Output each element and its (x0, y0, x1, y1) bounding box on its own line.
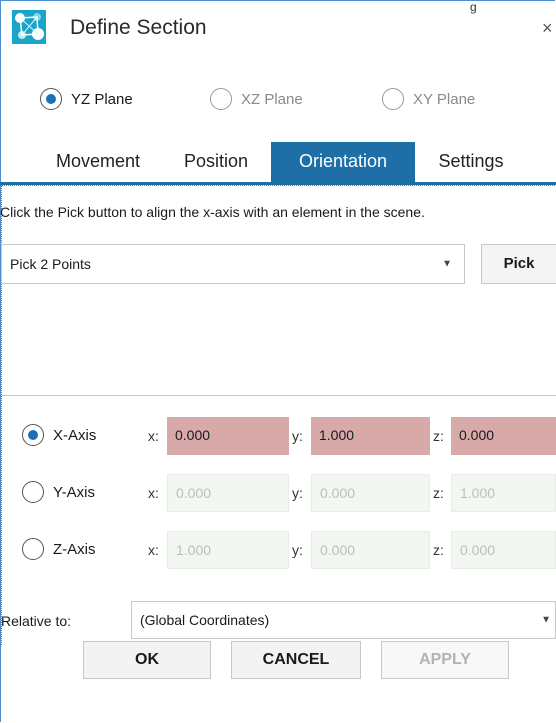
tab-movement[interactable]: Movement (33, 142, 163, 182)
pick-mode-value: Pick 2 Points (10, 256, 91, 272)
apply-button[interactable]: APPLY (381, 641, 509, 679)
tab-bar: Movement Position Orientation Settings (0, 142, 556, 182)
plane-selector: YZ Plane XZ Plane XY Plane (0, 86, 556, 114)
axis-row-z: Z-Axis x: 1.000 y: 0.000 z: 0.000 (0, 529, 556, 569)
x-axis-z-field[interactable]: 0.000 (451, 417, 556, 455)
tab-orientation[interactable]: Orientation (271, 142, 415, 182)
radio-label: XY Plane (413, 90, 476, 108)
axis-label: X-Axis (53, 426, 97, 444)
radio-label: YZ Plane (71, 90, 133, 108)
axis-row-x: X-Axis x: 0.000 y: 1.000 z: 0.000 (0, 415, 556, 455)
divider (1, 395, 556, 396)
relative-to-label: Relative to: (1, 613, 72, 629)
x-axis-x-field[interactable]: 0.000 (167, 417, 289, 455)
y-coord-label: y: (292, 542, 303, 558)
radio-selected-icon (22, 424, 44, 446)
x-coord-label: x: (148, 542, 159, 558)
title-bar: Define Section × (0, 0, 556, 62)
radio-selected-icon (40, 88, 62, 110)
app-logo-icon (12, 10, 46, 44)
axis-label: Z-Axis (53, 540, 96, 558)
radio-unselected-icon (22, 481, 44, 503)
radio-yz-plane[interactable]: YZ Plane (40, 88, 133, 110)
y-axis-z-field[interactable]: 1.000 (451, 474, 556, 512)
axis-label: Y-Axis (53, 483, 95, 501)
window-title: Define Section (70, 16, 207, 39)
relative-to-value: (Global Coordinates) (140, 612, 270, 628)
radio-xy-plane[interactable]: XY Plane (382, 88, 475, 110)
radio-label: XZ Plane (241, 90, 303, 108)
radio-unselected-icon (210, 88, 232, 110)
z-axis-z-field[interactable]: 0.000 (451, 531, 556, 569)
close-icon[interactable]: × (542, 18, 553, 39)
cancel-button[interactable]: CANCEL (231, 641, 361, 679)
y-coord-label: y: (292, 428, 303, 444)
pick-mode-select[interactable]: Pick 2 Points ▼ (1, 244, 465, 284)
x-coord-label: x: (148, 485, 159, 501)
radio-y-axis[interactable]: Y-Axis (22, 481, 95, 503)
radio-unselected-icon (22, 538, 44, 560)
tab-position[interactable]: Position (170, 142, 262, 182)
axis-row-y: Y-Axis x: 0.000 y: 0.000 z: 1.000 (0, 472, 556, 512)
x-axis-y-field[interactable]: 1.000 (311, 417, 430, 455)
ok-button[interactable]: OK (83, 641, 211, 679)
relative-to-select[interactable]: (Global Coordinates) ▼ (131, 601, 556, 639)
z-coord-label: z: (433, 542, 444, 558)
z-coord-label: z: (433, 428, 444, 444)
x-coord-label: x: (148, 428, 159, 444)
pick-hint-text: Click the Pick button to align the x-axi… (0, 204, 425, 220)
z-axis-x-field[interactable]: 1.000 (167, 531, 289, 569)
y-coord-label: y: (292, 485, 303, 501)
chevron-down-icon: ▼ (541, 614, 551, 626)
y-axis-x-field[interactable]: 0.000 (167, 474, 289, 512)
radio-x-axis[interactable]: X-Axis (22, 424, 96, 446)
pick-button[interactable]: Pick (481, 244, 556, 284)
z-coord-label: z: (433, 485, 444, 501)
chevron-down-icon: ▼ (442, 258, 452, 270)
tab-settings[interactable]: Settings (418, 142, 524, 182)
radio-xz-plane[interactable]: XZ Plane (210, 88, 303, 110)
y-axis-y-field[interactable]: 0.000 (311, 474, 430, 512)
radio-z-axis[interactable]: Z-Axis (22, 538, 96, 560)
radio-unselected-icon (382, 88, 404, 110)
z-axis-y-field[interactable]: 0.000 (311, 531, 430, 569)
